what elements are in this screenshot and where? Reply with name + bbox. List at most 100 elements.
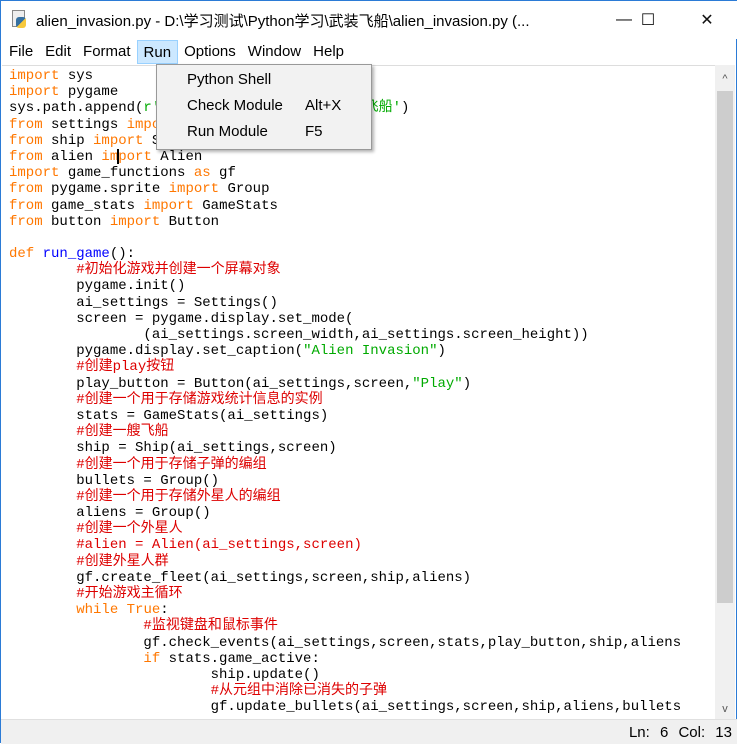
comment: #创建一个外星人 [76,521,183,538]
code-line: from pygame.sprite import Group [9,181,681,197]
menu-bar: File Edit Format Run Options Window Help [1,39,737,65]
menu-item-run-module[interactable]: Run Module F5 [187,120,367,144]
code-line: #监视键盘和鼠标事件 [9,618,681,634]
string-literal: "Play" [412,375,463,392]
comment: #创建一艘飞船 [76,424,169,441]
comment: #创建外星人群 [76,553,169,570]
menu-item-check-module[interactable]: Check Module Alt+X [187,94,367,118]
menu-file[interactable]: File [3,40,39,64]
menu-item-python-shell[interactable]: Python Shell [187,68,367,92]
code-text[interactable]: import sysimport pygamesys.path.append(r… [9,68,681,716]
code-line: if stats.game_active: [9,651,681,667]
code-line: from alien import Alien [9,148,681,166]
code-line: stats = GameStats(ai_settings) [9,408,681,424]
code-token: ship [42,132,94,149]
menu-run[interactable]: Run [136,40,179,64]
code-token: Group [219,181,270,198]
code-token: (): [109,246,136,263]
code-line: ship = Ship(ai_settings,screen) [9,440,681,456]
code-token: sys.path.append( [9,100,144,117]
code-token: ship = Ship(ai_settings,screen) [9,440,337,457]
code-token: screen = pygame.display.set_mode( [9,310,354,327]
menu-format[interactable]: Format [77,40,137,64]
menu-item-label: Run Module [187,123,268,140]
keyword: from [9,149,43,166]
comment: #创建play按钮 [76,359,175,376]
code-token: pygame.init() [9,278,186,295]
code-line: from button import Button [9,214,681,230]
code-line: (ai_settings.screen_width,ai_settings.sc… [9,327,681,343]
code-line: #创建一个用于存储外星人的编组 [9,489,681,505]
keyword: from [9,197,43,214]
keyword: import [9,165,60,182]
keyword: while [76,602,119,619]
code-token: pygame.sprite [42,181,169,198]
cursor-position: Ln: 6 Col: 13 [628,724,732,741]
comment: #监视键盘和鼠标事件 [143,618,278,635]
keyword: import [9,68,60,84]
comment: #alien = Alien(ai_settings,screen) [76,537,362,554]
code-token: GameStats [193,197,278,214]
vertical-scrollbar[interactable]: ^ v [715,65,735,719]
comment: #初始化游戏并创建一个屏幕对象 [76,262,281,279]
keyword: im [101,149,119,166]
code-line: import game_functions as gf [9,165,681,181]
keyword: import [109,213,161,230]
code-token: ai_settings = Settings() [9,294,278,311]
string-literal: "Alien Invasion" [303,343,438,360]
code-line: #从元组中消除已消失的子弹 [9,683,681,699]
maximize-button[interactable]: ☐ [625,1,671,39]
menu-help[interactable]: Help [307,40,350,64]
keyword: import [9,84,60,101]
menu-edit[interactable]: Edit [39,40,77,64]
code-line: gf.create_fleet(ai_settings,screen,ship,… [9,570,681,586]
code-token: ) [401,100,410,117]
code-token: stats = GameStats(ai_settings) [9,407,329,424]
code-token: ) [462,375,472,392]
code-line: screen = pygame.display.set_mode( [9,311,681,327]
comment: #创建一个用于存储外星人的编组 [76,488,281,505]
code-line: gf.check_events(ai_settings,screen,stats… [9,635,681,651]
keyword: True [126,602,161,619]
code-token: settings [42,116,127,133]
comment: #从元组中消除已消失的子弹 [210,683,388,700]
menu-item-shortcut: F5 [305,123,323,140]
scroll-down-icon[interactable]: v [715,699,735,719]
code-editor[interactable]: import sysimport pygamesys.path.append(r… [2,65,715,719]
code-token: Button [160,213,220,230]
code-line: #开始游戏主循环 [9,586,681,602]
code-token: ) [437,343,446,360]
code-token: stats.game_active: [160,650,320,667]
menu-item-label: Python Shell [187,71,272,88]
scroll-up-icon[interactable]: ^ [715,69,735,89]
title-bar: alien_invasion.py - D:\学习测试\Python学习\武装飞… [1,1,737,39]
code-token: (ai_settings.screen_width,ai_settings.sc… [9,327,589,343]
keyword: port [118,149,152,166]
code-token: ship.update() [9,666,320,683]
comment: #创建一个用于存储游戏统计信息的实例 [76,391,323,408]
menu-window[interactable]: Window [242,40,307,64]
scroll-thumb[interactable] [717,91,733,603]
close-button[interactable]: ✕ [684,1,730,39]
menu-options[interactable]: Options [178,40,242,64]
keyword: import [168,181,220,198]
code-token: button [42,213,110,230]
code-token: : [160,602,169,619]
code-line: while True: [9,602,681,618]
code-line: ship.update() [9,667,681,683]
code-token: gf.create_fleet(ai_settings,screen,ship,… [9,569,472,586]
code-line: pygame.display.set_caption("Alien Invasi… [9,343,681,359]
code-line: def run_game(): [9,246,681,262]
